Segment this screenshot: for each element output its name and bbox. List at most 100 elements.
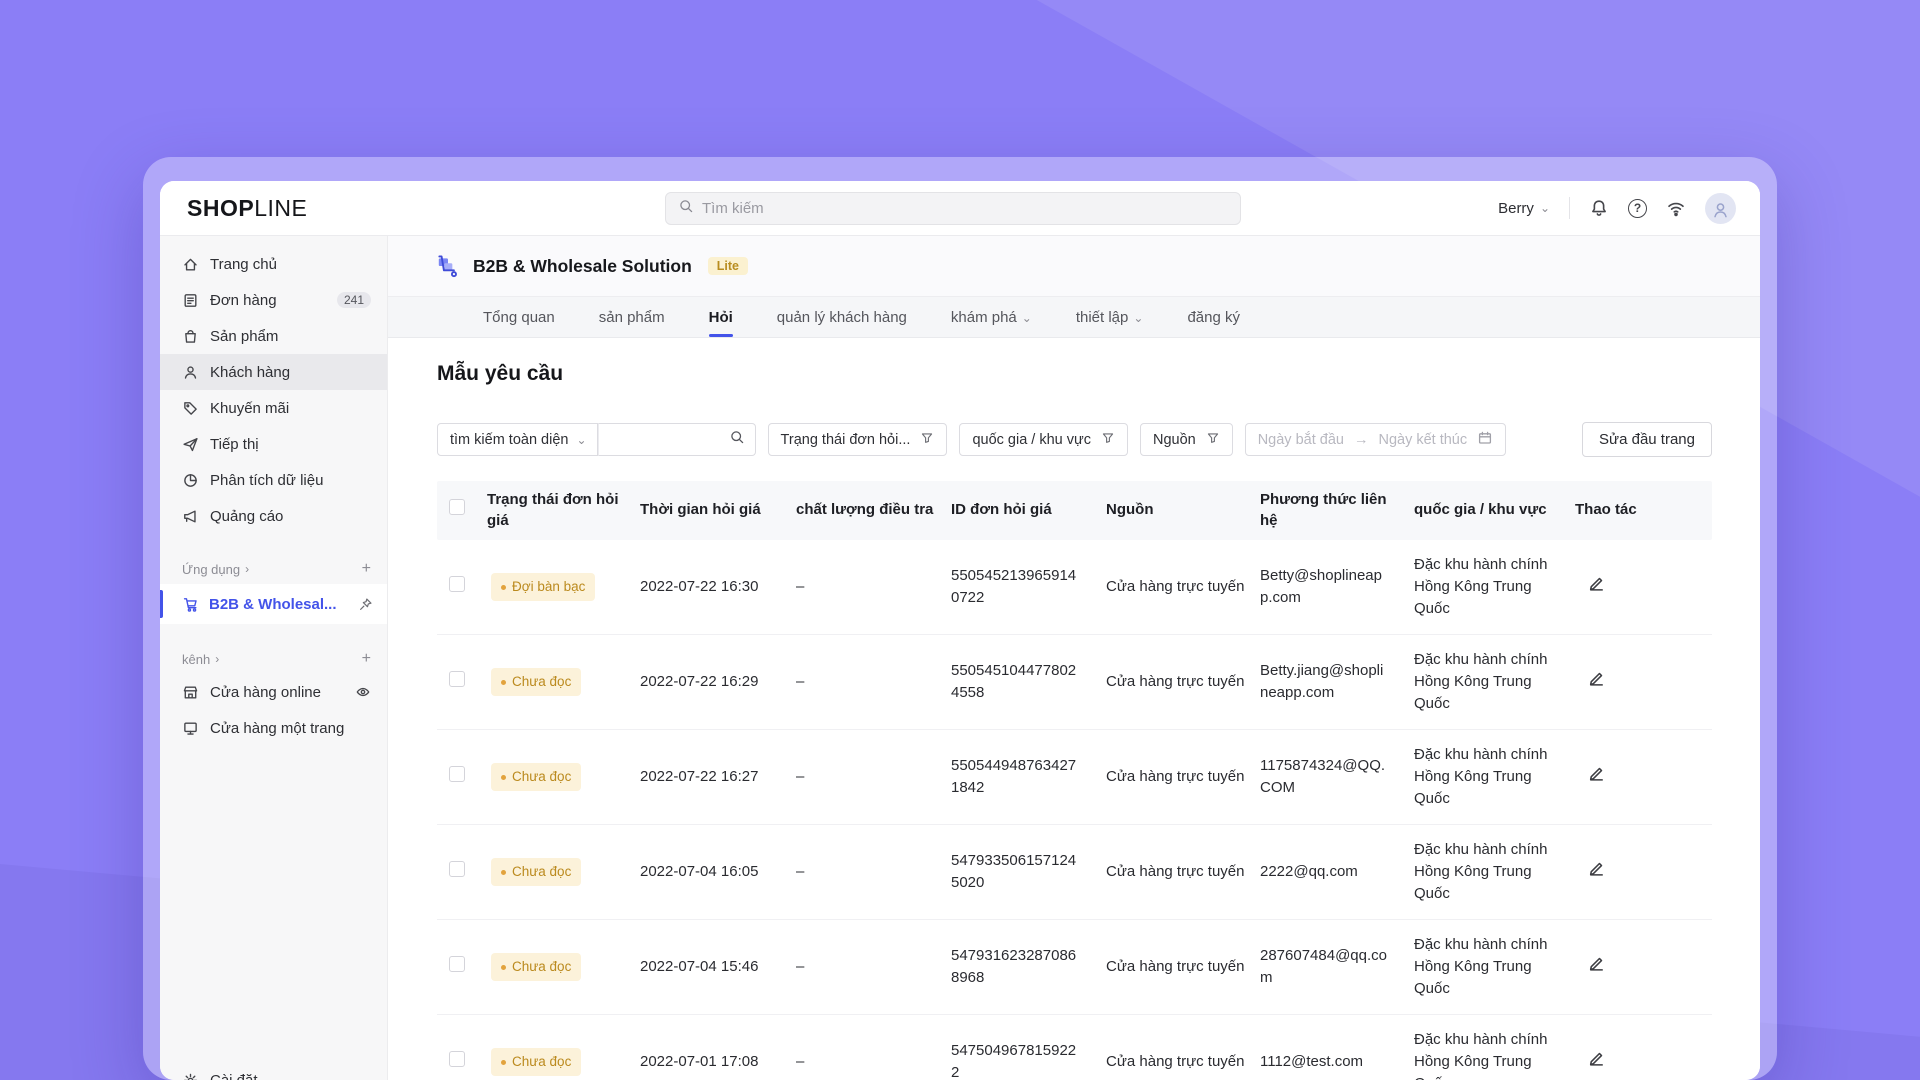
sidebar-item-channel[interactable]: Cửa hàng online bbox=[160, 674, 387, 710]
status-dot bbox=[501, 679, 506, 685]
sidebar-item-channel[interactable]: Cửa hàng một trang bbox=[160, 710, 387, 746]
cell-source: Cửa hàng trực tuyến bbox=[1106, 768, 1245, 786]
edit-icon[interactable] bbox=[1587, 574, 1606, 593]
chevron-down-icon: ⌄ bbox=[1539, 201, 1550, 215]
sidebar-item-label: Cài đặt bbox=[210, 1071, 258, 1080]
column-header: Phương thức liên hệ bbox=[1260, 491, 1387, 529]
status-label: Chưa đọc bbox=[512, 769, 572, 785]
add-channel-button[interactable]: + bbox=[362, 650, 371, 668]
edit-icon[interactable] bbox=[1587, 764, 1606, 783]
global-search[interactable] bbox=[665, 192, 1241, 225]
status-badge: Chưa đọc bbox=[491, 668, 582, 696]
region-filter-button[interactable]: quốc gia / khu vực bbox=[959, 423, 1128, 456]
sidebar: Trang chủ Đơn hàng 241 Sản phẩm Khách hà… bbox=[160, 236, 388, 1080]
row-checkbox[interactable] bbox=[449, 955, 465, 972]
source-filter-button[interactable]: Nguồn bbox=[1139, 423, 1233, 456]
edit-icon[interactable] bbox=[1587, 669, 1606, 688]
tab[interactable]: khám phá ⌄ bbox=[951, 309, 1032, 337]
date-range-picker[interactable]: Ngày bắt đầu → Ngày kết thúc bbox=[1244, 423, 1507, 456]
user-name: Berry bbox=[1498, 199, 1534, 217]
sidebar-item[interactable]: Tiếp thị bbox=[160, 426, 387, 462]
status-filter-button[interactable]: Trạng thái đơn hỏi... bbox=[767, 423, 948, 456]
tab[interactable]: Tổng quan ⌄ bbox=[483, 309, 555, 337]
sidebar-item[interactable]: Trang chủ bbox=[160, 246, 387, 282]
filter-funnel-icon bbox=[920, 431, 934, 449]
table-row: Chưa đọc 2022-07-04 16:05 – 547933506157… bbox=[437, 825, 1712, 920]
row-checkbox-cell bbox=[437, 1050, 487, 1074]
user-menu[interactable]: Berry ⌄ bbox=[1498, 200, 1550, 217]
main-panel: B2B & Wholesale Solution Lite Tổng quan … bbox=[388, 236, 1760, 1080]
add-app-button[interactable]: + bbox=[362, 560, 371, 578]
region-filter-label: quốc gia / khu vực bbox=[972, 431, 1091, 448]
sidebar-item-settings[interactable]: Cài đặt bbox=[160, 1062, 387, 1080]
row-checkbox[interactable] bbox=[449, 575, 465, 592]
calendar-icon bbox=[1477, 430, 1493, 450]
status-dot bbox=[501, 869, 506, 875]
page-title: Mẫu yêu cầu bbox=[437, 362, 564, 385]
cell-actions bbox=[1575, 859, 1712, 885]
global-search-input[interactable] bbox=[702, 200, 1228, 217]
cell-source: Cửa hàng trực tuyến bbox=[1106, 673, 1245, 691]
sidebar-item-b2b-app[interactable]: B2B & Wholesal... bbox=[160, 584, 387, 624]
pin-icon[interactable] bbox=[358, 597, 373, 612]
edit-icon[interactable] bbox=[1587, 859, 1606, 878]
notifications-bell-icon[interactable] bbox=[1589, 198, 1609, 218]
tab[interactable]: Hỏi ⌄ bbox=[708, 309, 733, 337]
sidebar-item-label: Cửa hàng online bbox=[210, 683, 321, 701]
tab-label: Tổng quan bbox=[483, 309, 555, 326]
cell-time: 2022-07-22 16:27 bbox=[640, 768, 759, 786]
sidebar-item[interactable]: Quảng cáo bbox=[160, 498, 387, 534]
cell-time: 2022-07-22 16:29 bbox=[640, 673, 759, 691]
edit-icon[interactable] bbox=[1587, 954, 1606, 973]
date-start-placeholder: Ngày bắt đầu bbox=[1257, 431, 1344, 448]
row-checkbox[interactable] bbox=[449, 1050, 465, 1067]
tab[interactable]: đăng ký ⌄ bbox=[1187, 309, 1240, 337]
network-status-icon[interactable] bbox=[1666, 198, 1686, 218]
filter-search-input[interactable] bbox=[608, 431, 723, 448]
eye-icon[interactable] bbox=[355, 684, 371, 700]
cell-id: 5479316232870868968 bbox=[951, 947, 1077, 986]
sidebar-item[interactable]: Phân tích dữ liệu bbox=[160, 462, 387, 498]
filter-search[interactable] bbox=[597, 423, 756, 456]
row-checkbox[interactable] bbox=[449, 765, 465, 782]
app-body: Trang chủ Đơn hàng 241 Sản phẩm Khách hà… bbox=[160, 236, 1760, 1080]
tab-label: sản phẩm bbox=[598, 309, 665, 326]
cell-source: Cửa hàng trực tuyến bbox=[1106, 958, 1245, 976]
sidebar-item[interactable]: Khách hàng bbox=[160, 354, 387, 390]
row-checkbox[interactable] bbox=[449, 670, 465, 687]
tab[interactable]: quản lý khách hàng ⌄ bbox=[777, 309, 907, 337]
sidebar-item[interactable]: Khuyến mãi bbox=[160, 390, 387, 426]
row-checkbox[interactable] bbox=[449, 860, 465, 877]
table-row: Chưa đọc 2022-07-04 15:46 – 547931623287… bbox=[437, 920, 1712, 1015]
tab-label: khám phá bbox=[950, 309, 1017, 326]
tab[interactable]: thiết lập ⌄ bbox=[1076, 309, 1144, 337]
help-icon[interactable]: ? bbox=[1628, 198, 1647, 218]
table-row: Đợi bàn bạc 2022-07-22 16:30 – 550545213… bbox=[437, 540, 1712, 635]
sidebar-item[interactable]: Đơn hàng 241 bbox=[160, 282, 387, 318]
cell-time: 2022-07-04 15:46 bbox=[640, 958, 759, 976]
edit-header-button[interactable]: Sửa đầu trang bbox=[1582, 422, 1712, 457]
store-icon bbox=[182, 684, 199, 701]
search-icon bbox=[729, 429, 745, 450]
row-checkbox-cell bbox=[437, 860, 487, 884]
marketing-icon bbox=[182, 436, 199, 453]
filter-bar: tìm kiếm toàn diện ⌄ Trạng thái đơn hỏi.… bbox=[437, 422, 1712, 457]
select-all-checkbox[interactable] bbox=[449, 499, 465, 516]
sidebar-item[interactable]: Sản phẩm bbox=[160, 318, 387, 354]
search-category-select[interactable]: tìm kiếm toàn diện ⌄ bbox=[437, 423, 598, 456]
app-tabs: Tổng quan ⌄ sản phẩm ⌄ Hỏi ⌄ bbox=[388, 297, 1760, 338]
product-icon bbox=[182, 328, 199, 345]
row-checkbox-cell bbox=[437, 955, 487, 979]
tab[interactable]: sản phẩm ⌄ bbox=[599, 309, 665, 337]
person-icon bbox=[1711, 200, 1730, 224]
avatar[interactable] bbox=[1705, 192, 1736, 224]
home-icon bbox=[182, 256, 199, 273]
section-label: Ứng dụng bbox=[182, 561, 241, 577]
cell-region: Đặc khu hành chính Hồng Kông Trung Quốc bbox=[1414, 936, 1548, 997]
topbar-actions: Berry ⌄ ? bbox=[1498, 192, 1736, 224]
cell-source: Cửa hàng trực tuyến bbox=[1106, 578, 1245, 596]
search-icon bbox=[678, 198, 694, 219]
edit-icon[interactable] bbox=[1587, 1049, 1606, 1068]
sidebar-item-label: Sản phẩm bbox=[210, 327, 279, 345]
cell-id: 5479335061571245020 bbox=[951, 852, 1077, 891]
